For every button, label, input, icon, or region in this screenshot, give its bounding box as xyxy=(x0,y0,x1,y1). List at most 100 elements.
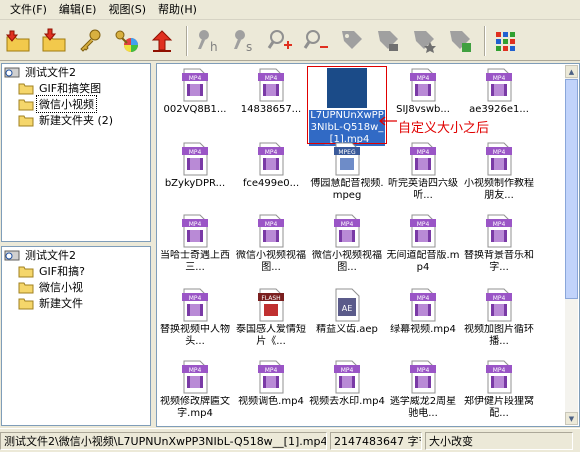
tree-item-label: GIF和搞笑图 xyxy=(39,82,102,95)
vertical-scrollbar[interactable]: ▲ ▼ xyxy=(565,65,578,425)
key-h-button[interactable]: h xyxy=(192,23,224,59)
file-item[interactable]: AE 精益义齿.aep xyxy=(309,288,385,336)
zoom-out-button[interactable] xyxy=(300,23,332,59)
tree-root[interactable]: 测试文件2 xyxy=(2,247,150,263)
file-item[interactable]: MP4 fce499e0... xyxy=(233,142,309,190)
file-name-label: 小视频制作教程朋友... xyxy=(464,178,534,201)
tree-item-gif[interactable]: GIF和搞笑图 xyxy=(2,80,150,96)
tree-root[interactable]: 测试文件2 xyxy=(2,64,150,80)
key-s-icon: s xyxy=(234,29,252,54)
file-item[interactable]: MP4 小视频制作教程朋友... xyxy=(461,142,537,202)
folder-up-button[interactable] xyxy=(2,23,34,59)
file-name-label: ae3926e1... xyxy=(469,104,529,115)
file-item[interactable]: MP4 SIJ8vswb... xyxy=(385,68,461,116)
menu-edit[interactable]: 编辑(E) xyxy=(53,1,103,19)
annotation-arrow xyxy=(379,116,397,126)
svg-text:MP4: MP4 xyxy=(417,221,430,228)
annotation-label: 自定义大小之后 xyxy=(398,121,490,136)
flash-file-icon: FLASH xyxy=(256,288,286,322)
file-item[interactable]: MP4 微信小视频视福图... xyxy=(233,214,309,274)
scroll-down-button[interactable]: ▼ xyxy=(565,412,578,425)
scroll-up-button[interactable]: ▲ xyxy=(565,65,578,78)
file-item[interactable]: MP4 视频修改牌匾文字.mp4 xyxy=(157,360,233,420)
svg-text:h: h xyxy=(210,40,218,54)
zoom-out-icon xyxy=(303,29,328,49)
folder-icon xyxy=(18,83,34,94)
file-item[interactable]: FLASH 泰国感人爱情短片《... xyxy=(233,288,309,348)
file-item[interactable]: MP4 视频调色.mp4 xyxy=(233,360,309,408)
file-item[interactable]: MP4 微信小视频视福图... xyxy=(309,214,385,274)
mp4-file-icon: MP4 xyxy=(256,142,286,176)
file-item[interactable]: MP4 bZykyDPR... xyxy=(157,142,233,190)
menu-file[interactable]: 文件(F) xyxy=(4,1,53,19)
file-item[interactable]: MP4 ae3926e1... xyxy=(461,68,537,116)
view-grid-button[interactable] xyxy=(490,23,522,59)
file-name-label: 视频修改牌匾文字.mp4 xyxy=(160,396,230,419)
file-item[interactable]: MP4 听完英语四六级听... xyxy=(385,142,461,202)
file-name-label: 无间道配音版.mp4 xyxy=(386,250,460,273)
svg-text:MP4: MP4 xyxy=(493,295,506,302)
file-name-label: bZykyDPR... xyxy=(164,178,226,189)
svg-text:FLASH: FLASH xyxy=(261,295,280,302)
mpeg-file-icon: MPEG xyxy=(332,142,362,176)
file-item[interactable]: MP4 郑伊健片段狸窝配... xyxy=(461,360,537,420)
file-name-label: 微信小视频视福图... xyxy=(312,250,382,273)
file-item[interactable]: MPEG 傅园慧配音视频.mpeg xyxy=(309,142,385,202)
svg-text:MP4: MP4 xyxy=(493,367,506,374)
tag-button[interactable] xyxy=(336,23,368,59)
color-wheel-button[interactable] xyxy=(110,23,142,59)
svg-text:MP4: MP4 xyxy=(417,295,430,302)
mp4-file-icon: MP4 xyxy=(180,214,210,248)
file-name-label: 微信小视频视福图... xyxy=(236,250,306,273)
file-item[interactable]: MP4 当哈士奇遇上西三... xyxy=(157,214,233,274)
key-button[interactable] xyxy=(74,23,106,59)
color-wheel-icon xyxy=(115,30,138,52)
mp4-file-icon: MP4 xyxy=(180,68,210,102)
mp4-file-icon: MP4 xyxy=(484,68,514,102)
tree-item-wechat-video[interactable]: 微信小视频 xyxy=(2,95,150,113)
mp4-file-icon: MP4 xyxy=(332,360,362,394)
file-item[interactable]: MP4 替换背景音乐和字... xyxy=(461,214,537,274)
menu-help[interactable]: 帮助(H) xyxy=(152,1,203,19)
file-name-label: 替换视频中人物头... xyxy=(160,324,230,347)
mp4-file-icon: MP4 xyxy=(332,214,362,248)
menu-view[interactable]: 视图(S) xyxy=(102,1,152,19)
scroll-thumb[interactable] xyxy=(565,79,578,299)
file-item[interactable]: MP4 无间道配音版.mp4 xyxy=(385,214,461,274)
file-item[interactable]: MP4 替换视频中人物头... xyxy=(157,288,233,348)
tag-lock-icon xyxy=(378,30,398,51)
tree-root-label: 测试文件2 xyxy=(25,66,76,79)
tag-grid-button[interactable] xyxy=(444,23,476,59)
file-item[interactable]: MP4 002VQ8B1... xyxy=(157,68,233,116)
folder-down-button[interactable] xyxy=(38,23,70,59)
file-item[interactable]: MP4 14838657... xyxy=(233,68,309,116)
file-item[interactable]: MP4 视频加图片循环播... xyxy=(461,288,537,348)
tree-item-gif[interactable]: GIF和搞? xyxy=(2,263,150,279)
status-size: 2147483647 字节 xyxy=(330,431,422,450)
file-item[interactable]: MP4 绿幕视频.mp4 xyxy=(385,288,461,336)
file-item[interactable]: MP4 逃学威龙2周星驰电... xyxy=(385,360,461,420)
svg-text:MP4: MP4 xyxy=(341,221,354,228)
mp4-file-icon: MP4 xyxy=(180,142,210,176)
key-s-button[interactable]: s xyxy=(228,23,260,59)
zoom-in-button[interactable] xyxy=(264,23,296,59)
svg-text:MP4: MP4 xyxy=(189,221,202,228)
folder-tree-bottom: 测试文件2 GIF和搞? 微信小视 新建文件 xyxy=(1,246,151,426)
tag-grid-icon xyxy=(450,30,471,52)
mp4-file-icon: MP4 xyxy=(408,142,438,176)
view-grid-icon xyxy=(496,31,515,51)
tag-star-button[interactable] xyxy=(408,23,440,59)
tag-lock-button[interactable] xyxy=(372,23,404,59)
tree-item-label: 新建文件 xyxy=(39,297,83,310)
svg-text:MP4: MP4 xyxy=(189,367,202,374)
file-name-label: 精益义齿.aep xyxy=(316,324,378,335)
tree-item-new-folder[interactable]: 新建文件 xyxy=(2,295,150,311)
tree-item-wechat-video[interactable]: 微信小视 xyxy=(2,279,150,295)
file-item[interactable]: MP4 视频去水印.mp4 xyxy=(309,360,385,408)
svg-text:MP4: MP4 xyxy=(417,149,430,156)
undo-button[interactable] xyxy=(146,23,178,59)
folder-icon xyxy=(18,298,34,309)
mp4-file-icon: MP4 xyxy=(484,288,514,322)
after-effects-file-icon: AE xyxy=(332,288,362,322)
tree-item-new-folder[interactable]: 新建文件夹 (2) xyxy=(2,112,150,128)
